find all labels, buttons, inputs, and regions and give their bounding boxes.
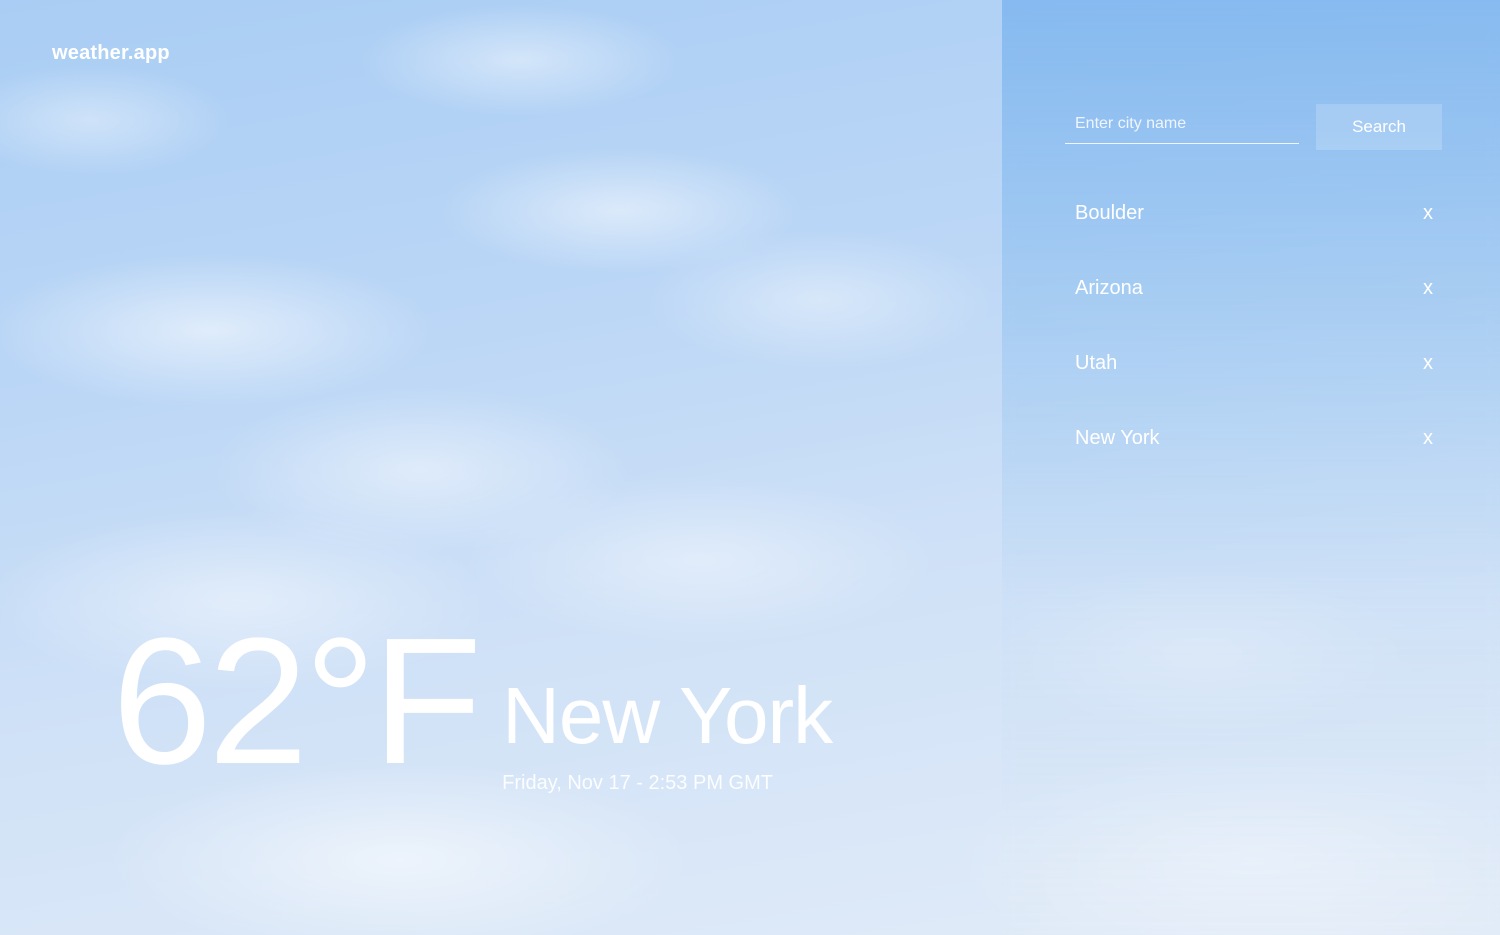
search-bar: Search (1065, 104, 1442, 150)
current-location: New York Friday, Nov 17 - 2:53 PM GMT (502, 671, 833, 795)
saved-city-utah[interactable]: Utah x (1075, 340, 1443, 386)
current-temperature: 62°F (112, 601, 482, 802)
city-search-input[interactable] (1065, 104, 1299, 144)
saved-city-new-york[interactable]: New York x (1075, 415, 1443, 461)
remove-city-button[interactable]: x (1413, 277, 1443, 300)
app-logo: weather.app (52, 42, 170, 64)
saved-city-label: Boulder (1075, 201, 1144, 224)
side-panel: Search Boulder x Arizona x Utah x New Yo… (1002, 0, 1500, 935)
remove-city-button[interactable]: x (1413, 427, 1443, 450)
saved-city-boulder[interactable]: Boulder x (1075, 190, 1443, 236)
saved-city-label: Utah (1075, 351, 1118, 374)
remove-city-button[interactable]: x (1413, 202, 1443, 225)
saved-city-arizona[interactable]: Arizona x (1075, 265, 1443, 311)
saved-city-label: Arizona (1075, 276, 1143, 299)
saved-city-label: New York (1075, 426, 1160, 449)
current-weather: 62°F New York Friday, Nov 17 - 2:53 PM G… (112, 601, 833, 802)
remove-city-button[interactable]: x (1413, 352, 1443, 375)
saved-city-list: Boulder x Arizona x Utah x New York x (1075, 190, 1443, 490)
weather-app: weather.app 62°F New York Friday, Nov 17… (0, 0, 1500, 935)
search-button[interactable]: Search (1316, 104, 1442, 150)
current-city-name: New York (502, 671, 833, 760)
current-datetime: Friday, Nov 17 - 2:53 PM GMT (502, 772, 773, 794)
